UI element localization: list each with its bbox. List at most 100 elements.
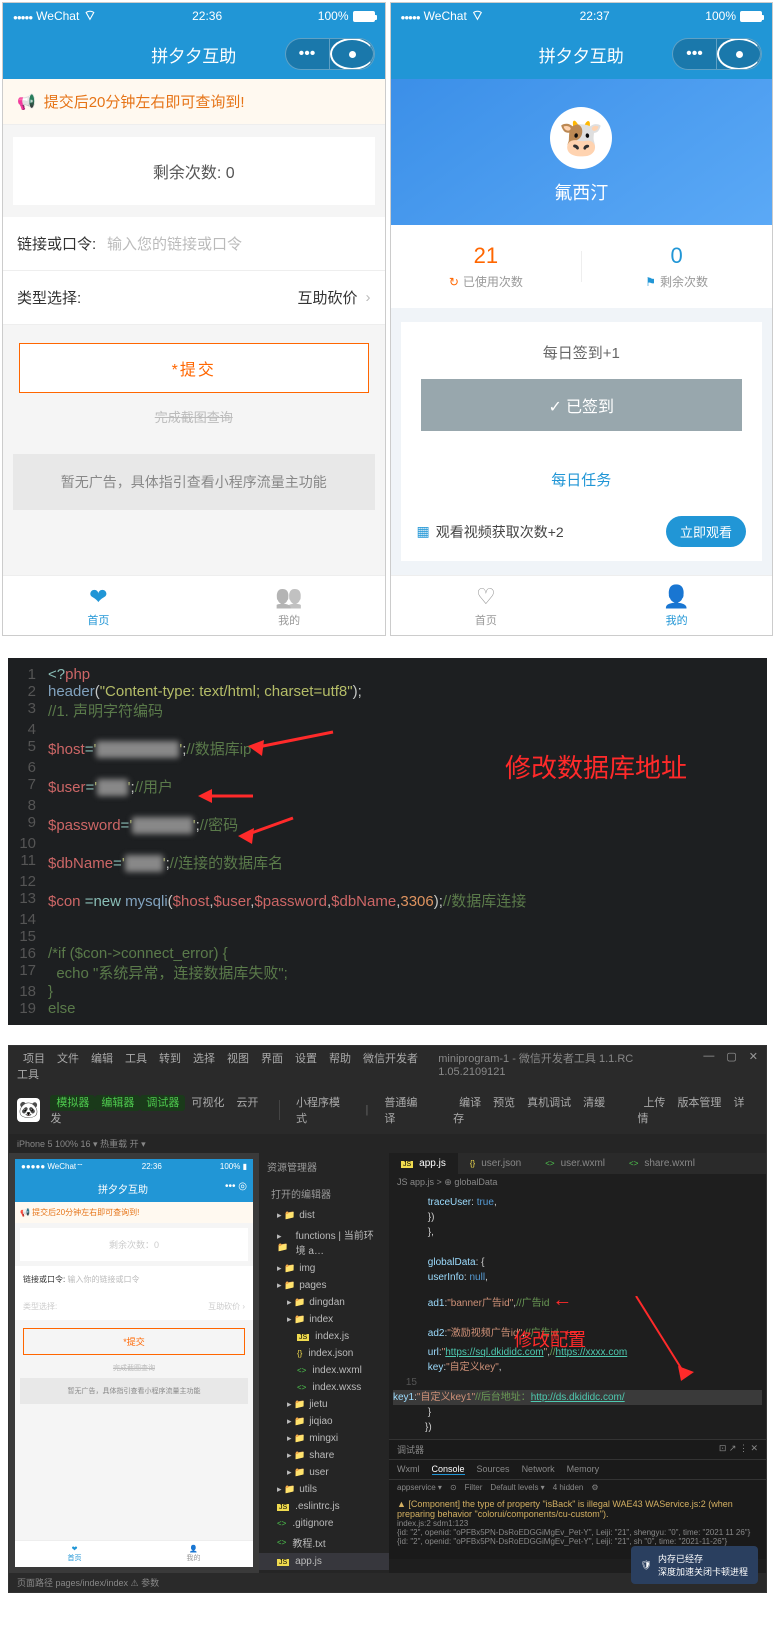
file-mingxi[interactable]: mingxi <box>259 1430 389 1447</box>
file-教程.txt[interactable]: 教程.txt <box>259 1532 389 1553</box>
annotation-db: 修改数据库地址 <box>505 748 687 785</box>
wechat-devtools-ide: 项目文件编辑工具转到选择视图界面设置帮助微信开发者工具 miniprogram-… <box>8 1045 767 1593</box>
menu-文件[interactable]: 文件 <box>51 1051 85 1067</box>
editor-tabs[interactable]: app.jsuser.jsonuser.wxmlshare.wxml <box>389 1153 766 1174</box>
chevron-right-icon: › <box>366 289 371 306</box>
tab-user.json[interactable]: user.json <box>458 1153 533 1174</box>
minimize-icon: — <box>703 1050 714 1082</box>
clock: 22:36 <box>96 9 317 23</box>
file-utils[interactable]: utils <box>259 1481 389 1498</box>
type-select-row[interactable]: 类型选择: 互助砍价 › <box>3 271 385 325</box>
video-icon: ▦ <box>417 523 430 540</box>
screenshot-query-link[interactable]: 完成截图查询 <box>3 403 385 444</box>
capsule-button[interactable]: ••• <box>672 38 762 70</box>
file-img[interactable]: img <box>259 1260 389 1277</box>
file-dingdan[interactable]: dingdan <box>259 1294 389 1311</box>
tab-bar: 首页 👤我的 <box>391 575 773 635</box>
file-explorer[interactable]: 资源管理器 打开的编辑器 distfunctions | 当前环境 a…imgp… <box>259 1153 389 1573</box>
battery-icon <box>740 11 762 22</box>
heart-icon <box>476 584 496 610</box>
file-index.wxml[interactable]: index.wxml <box>259 1362 389 1379</box>
type-label: 类型选择: <box>17 287 107 308</box>
toast-notification[interactable]: 🛡内存已经存 深度加速关闭卡顿进程 <box>631 1546 758 1584</box>
profile-header: 🐮 氟西汀 <box>391 79 773 225</box>
php-code-editor: 修改数据库地址 1<?php2header("Content-type: tex… <box>8 658 767 1025</box>
link-field[interactable]: 输入您的链接或口令 <box>107 233 371 254</box>
explorer-header: 资源管理器 <box>259 1153 389 1180</box>
close-icon[interactable] <box>717 38 761 70</box>
link-label: 链接或口令: <box>17 233 107 254</box>
file-functions | 当前环境 a…[interactable]: functions | 当前环境 a… <box>259 1224 389 1260</box>
notice-bar: 提交后20分钟左右即可查询到! <box>3 79 385 125</box>
menu-选择[interactable]: 选择 <box>187 1051 221 1067</box>
file-index.json[interactable]: index.json <box>259 1345 389 1362</box>
submit-button[interactable]: *提交 <box>19 343 369 393</box>
menu-项目[interactable]: 项目 <box>17 1051 51 1067</box>
menu-工具[interactable]: 工具 <box>119 1051 153 1067</box>
close-icon[interactable] <box>330 38 374 70</box>
type-value: 互助砍价 <box>107 287 358 308</box>
tab-user.wxml[interactable]: user.wxml <box>533 1153 617 1174</box>
phone-screenshots-row: WeChat 22:36 100% 拼夕夕互助 ••• 提交后20分钟左右即可查… <box>0 0 775 638</box>
status-bar: WeChat 22:37 100% <box>391 3 773 29</box>
menu-视图[interactable]: 视图 <box>221 1051 255 1067</box>
menu-icon[interactable]: ••• <box>286 38 330 70</box>
heart-icon <box>89 584 107 610</box>
breadcrumb[interactable]: JS app.js > ⊕ globalData <box>389 1174 766 1191</box>
file-share[interactable]: share <box>259 1447 389 1464</box>
carrier: WeChat <box>424 9 467 23</box>
phone-profile: WeChat 22:37 100% 拼夕夕互助 ••• 🐮 氟西汀 21 ↻已使… <box>390 2 774 636</box>
link-input-row[interactable]: 链接或口令: 输入您的链接或口令 <box>3 217 385 271</box>
signed-button[interactable]: 已签到 <box>421 379 743 431</box>
file-user[interactable]: user <box>259 1464 389 1481</box>
daily-task-title: 每日任务 <box>401 451 763 502</box>
task-text: 观看视频获取次数+2 <box>436 522 666 542</box>
menu-编辑[interactable]: 编辑 <box>85 1051 119 1067</box>
mode-select[interactable]: 小程序模式 <box>290 1092 355 1128</box>
menu-icon[interactable]: ••• <box>673 38 717 70</box>
watch-button[interactable]: 立即观看 <box>666 516 746 547</box>
console-warning: ▲ [Component] the type of property "isBa… <box>397 1499 758 1519</box>
file-app.json[interactable]: app.json <box>259 1570 389 1573</box>
file-dist[interactable]: dist <box>259 1207 389 1224</box>
file-app.js[interactable]: app.js <box>259 1553 389 1570</box>
tab-home[interactable]: 首页 <box>391 576 582 635</box>
menu-帮助[interactable]: 帮助 <box>323 1051 357 1067</box>
tab-mine[interactable]: 我的 <box>194 576 385 635</box>
battery-icon <box>353 11 375 22</box>
menu-设置[interactable]: 设置 <box>289 1051 323 1067</box>
file-index[interactable]: index <box>259 1311 389 1328</box>
file-index.wxss[interactable]: index.wxss <box>259 1379 389 1396</box>
capsule-button[interactable]: ••• <box>285 38 375 70</box>
file-jiqiao[interactable]: jiqiao <box>259 1413 389 1430</box>
file-jietu[interactable]: jietu <box>259 1396 389 1413</box>
open-editors-header[interactable]: 打开的编辑器 <box>259 1180 389 1207</box>
annotation-config: 修改配置 <box>514 1326 586 1352</box>
file-pages[interactable]: pages <box>259 1277 389 1294</box>
nav-bar: 拼夕夕互助 ••• <box>391 29 773 79</box>
menu-界面[interactable]: 界面 <box>255 1051 289 1067</box>
maximize-icon: ▢ <box>726 1050 736 1082</box>
signin-title: 每日签到+1 <box>421 342 743 363</box>
battery-pct: 100% <box>318 9 349 23</box>
tab-mine[interactable]: 👤我的 <box>581 576 772 635</box>
devtools-console[interactable]: 调试器⊡ ↗ ⋮ ✕ WxmlConsoleSourcesNetworkMemo… <box>389 1439 766 1559</box>
file-index.js[interactable]: index.js <box>259 1328 389 1345</box>
menu-转到[interactable]: 转到 <box>153 1051 187 1067</box>
notice-text: 提交后20分钟左右即可查询到! <box>44 91 245 112</box>
tab-home[interactable]: 首页 <box>3 576 194 635</box>
file-.eslintrc.js[interactable]: .eslintrc.js <box>259 1498 389 1515</box>
tab-app.js[interactable]: app.js <box>389 1153 458 1174</box>
preview-toolbar[interactable]: iPhone 5 100% 16 ▾ 热重载 开 ▾ <box>9 1134 766 1153</box>
app-icon: 🐼 <box>17 1098 40 1122</box>
code-content[interactable]: traceUser: true, }) }, globalData: { use… <box>389 1191 766 1439</box>
compile-select[interactable]: 普通编译 <box>378 1092 433 1128</box>
menu-bar[interactable]: 项目文件编辑工具转到选择视图界面设置帮助微信开发者工具 miniprogram-… <box>9 1046 766 1086</box>
signin-card: 每日签到+1 已签到 <box>401 322 763 451</box>
stat-remaining: 0 ⚑剩余次数 <box>581 243 772 290</box>
avatar[interactable]: 🐮 <box>550 107 612 169</box>
file-.gitignore[interactable]: .gitignore <box>259 1515 389 1532</box>
page-title: 拼夕夕互助 <box>151 42 236 67</box>
window-controls[interactable]: —▢✕ <box>703 1050 758 1082</box>
tab-share.wxml[interactable]: share.wxml <box>617 1153 707 1174</box>
